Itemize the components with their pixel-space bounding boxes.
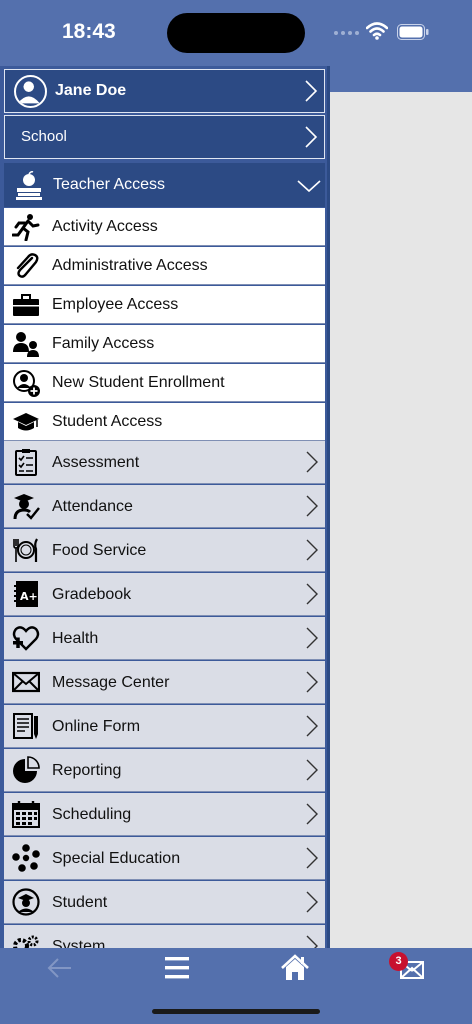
chevron-right-icon <box>306 891 318 913</box>
student-check-icon <box>13 494 40 520</box>
pie-chart-icon <box>13 756 40 783</box>
menu-item-message-center[interactable]: Message Center <box>4 661 325 704</box>
menu-item-reporting[interactable]: Reporting <box>4 749 325 792</box>
menu-item-label: Attendance <box>52 498 133 515</box>
plate-utensils-icon <box>13 538 38 562</box>
chevron-right-icon <box>306 715 318 737</box>
chevron-right-icon <box>305 80 318 102</box>
menu-hamburger-icon[interactable] <box>162 954 192 982</box>
menu-item-label: System <box>52 938 106 948</box>
submenu-item-family-access[interactable]: Family Access <box>4 325 325 363</box>
menu-item-online-form[interactable]: Online Form <box>4 705 325 748</box>
chevron-right-icon <box>306 495 318 517</box>
student-face-icon <box>12 888 40 916</box>
submenu-label: Administrative Access <box>52 257 208 274</box>
menu-item-label: Health <box>52 630 99 647</box>
status-time: 18:43 <box>62 20 116 43</box>
chevron-right-icon <box>306 759 318 781</box>
submenu-item-activity-access[interactable]: Activity Access <box>4 208 325 246</box>
teacher-access-label: Teacher Access <box>53 176 166 193</box>
menu-item-food-service[interactable]: Food Service <box>4 529 325 572</box>
home-indicator <box>152 1009 320 1014</box>
form-pen-icon <box>13 713 38 739</box>
gears-icon <box>13 935 39 948</box>
menu-item-system[interactable]: System <box>4 925 325 948</box>
chevron-down-icon <box>297 180 321 193</box>
side-menu[interactable]: Jane Doe School Teacher Access Activity … <box>0 66 330 948</box>
school-selector[interactable]: School <box>4 115 325 159</box>
menu-item-assessment[interactable]: Assessment <box>4 441 325 484</box>
content-header-bar <box>330 66 472 92</box>
menu-item-label: Message Center <box>52 674 170 691</box>
menu-item-label: Special Education <box>52 850 181 867</box>
submenu-item-employee-access[interactable]: Employee Access <box>4 286 325 324</box>
menu-item-label: Student <box>52 894 108 911</box>
submenu-label: Activity Access <box>52 218 158 235</box>
menu-item-label: Reporting <box>52 762 122 779</box>
menu-item-scheduling[interactable]: Scheduling <box>4 793 325 836</box>
submenu-label: Student Access <box>52 413 163 430</box>
menu-item-label: Scheduling <box>52 806 132 823</box>
home-icon[interactable] <box>280 954 310 982</box>
message-count-badge: 3 <box>389 952 408 971</box>
menu-item-health[interactable]: Health <box>4 617 325 660</box>
avatar <box>14 75 47 108</box>
envelope-icon <box>12 671 40 693</box>
status-bar: 18:43 <box>0 0 472 66</box>
menu-item-student[interactable]: Student <box>4 881 325 924</box>
svg-text:A+: A+ <box>20 590 38 603</box>
gradebook-a-plus-icon: A+ <box>14 581 38 607</box>
chevron-right-icon <box>306 451 318 473</box>
chevron-right-icon <box>306 803 318 825</box>
running-person-icon <box>12 214 40 241</box>
heart-plus-icon <box>12 626 40 651</box>
chevron-right-icon <box>306 627 318 649</box>
graduation-cap-icon <box>13 413 39 431</box>
user-name: Jane Doe <box>55 82 127 99</box>
submenu-label: Family Access <box>52 335 155 352</box>
menu-item-label: Food Service <box>52 542 147 559</box>
menu-item-label: Online Form <box>52 718 141 735</box>
paperclip-icon <box>16 253 39 278</box>
family-icon <box>13 332 39 357</box>
chevron-right-icon <box>306 847 318 869</box>
menu-item-special-education[interactable]: Special Education <box>4 837 325 880</box>
submenu-label: Employee Access <box>52 296 179 313</box>
menu-item-attendance[interactable]: Attendance <box>4 485 325 528</box>
submenu-label: New Student Enrollment <box>52 374 225 391</box>
menu-item-label: Gradebook <box>52 586 132 603</box>
apple-books-icon <box>16 171 42 200</box>
checklist-icon <box>15 449 37 476</box>
school-label: School <box>21 128 67 145</box>
submenu-item-student-access[interactable]: Student Access <box>4 403 325 441</box>
add-person-icon <box>13 370 40 397</box>
dots-cluster-icon <box>12 844 40 872</box>
submenu-item-new-student-enrollment[interactable]: New Student Enrollment <box>4 364 325 402</box>
chevron-right-icon <box>306 935 318 948</box>
back-arrow-icon[interactable] <box>45 954 75 982</box>
user-icon <box>17 81 40 104</box>
wifi-icon <box>366 22 388 40</box>
briefcase-icon <box>13 294 39 316</box>
dynamic-island <box>167 13 305 53</box>
menu-item-gradebook[interactable]: A+ Gradebook <box>4 573 325 616</box>
calendar-icon <box>12 801 40 828</box>
teacher-access-toggle[interactable]: Teacher Access <box>4 163 325 207</box>
chevron-right-icon <box>306 539 318 561</box>
cellular-signal-icon <box>334 31 359 35</box>
main-content <box>330 66 472 948</box>
battery-icon <box>397 24 429 40</box>
user-profile-row[interactable]: Jane Doe <box>4 69 325 113</box>
chevron-right-icon <box>306 671 318 693</box>
chevron-right-icon <box>306 583 318 605</box>
chevron-right-icon <box>305 126 318 148</box>
menu-item-label: Assessment <box>52 454 140 471</box>
submenu-item-administrative-access[interactable]: Administrative Access <box>4 247 325 285</box>
